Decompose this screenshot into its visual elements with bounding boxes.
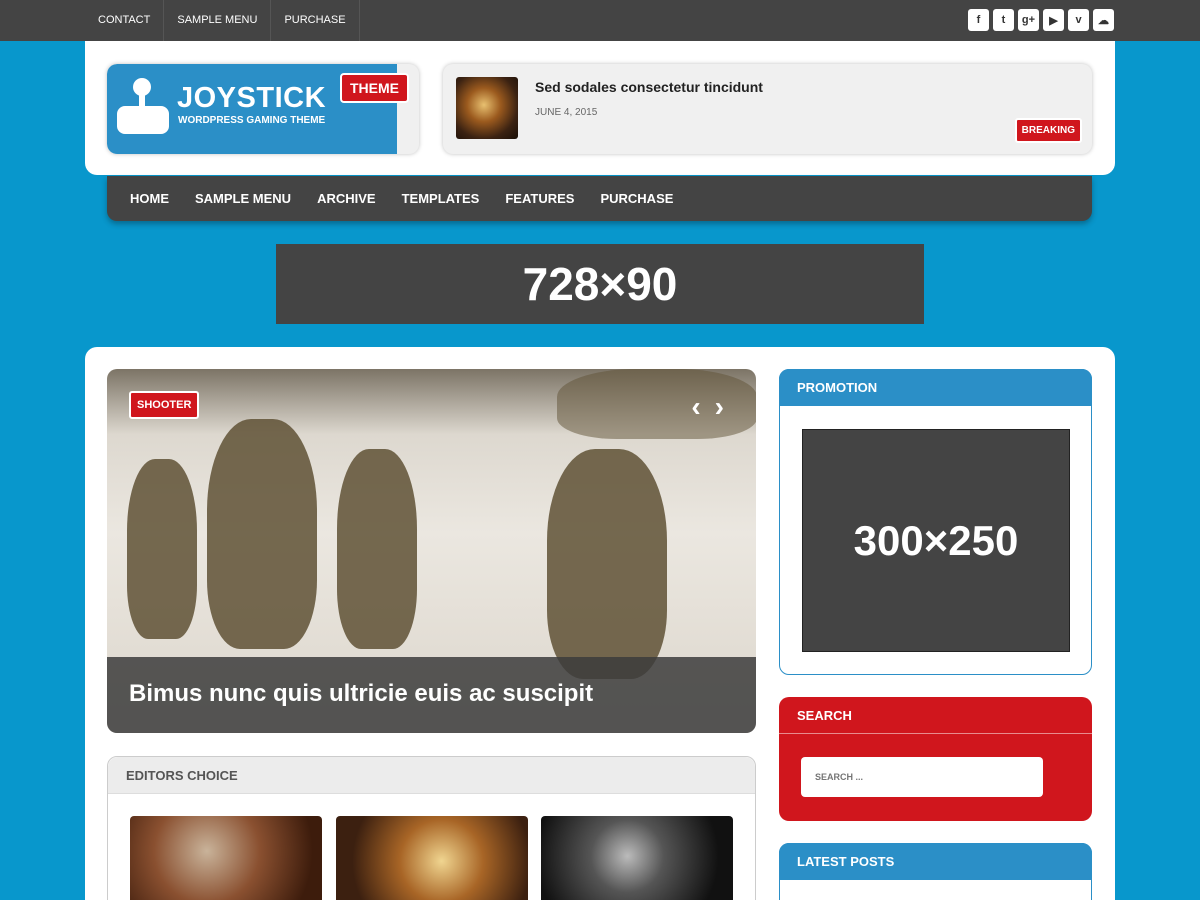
- site-logo[interactable]: JOYSTICK WORDPRESS GAMING THEME THEME: [107, 64, 419, 154]
- main-menu-features[interactable]: FEATURES: [505, 176, 574, 221]
- slider-image-figure: [547, 449, 667, 679]
- promotion-widget: PROMOTION 300×250: [779, 369, 1092, 675]
- latest-posts-widget: LATEST POSTS: [779, 843, 1092, 900]
- latest-posts-title: LATEST POSTS: [779, 843, 1092, 880]
- slider-image-figure: [557, 369, 756, 439]
- breaking-news: Sed sodales consectetur tincidunt JUNE 4…: [443, 64, 1092, 154]
- category-badge[interactable]: SHOOTER: [129, 391, 200, 419]
- site-header: JOYSTICK WORDPRESS GAMING THEME THEME Se…: [85, 41, 1115, 175]
- slider-caption: Bimus nunc quis ultricie euis ac suscipi…: [107, 657, 756, 733]
- slider-title[interactable]: Bimus nunc quis ultricie euis ac suscipi…: [129, 680, 593, 708]
- google-plus-icon[interactable]: g+: [1018, 9, 1039, 31]
- ad-banner-300[interactable]: 300×250: [802, 429, 1070, 652]
- breaking-thumbnail[interactable]: [456, 77, 518, 139]
- top-menu-sample-menu[interactable]: SAMPLE MENU: [164, 0, 272, 41]
- slider-image-figure: [207, 419, 317, 649]
- main-menu: HOME SAMPLE MENU ARCHIVE TEMPLATES FEATU…: [107, 176, 1092, 221]
- editors-choice: EDITORS CHOICE: [107, 756, 756, 900]
- soundcloud-icon[interactable]: ☁: [1093, 9, 1114, 31]
- logo-title: JOYSTICK: [177, 82, 327, 114]
- breaking-title[interactable]: Sed sodales consectetur tincidunt: [535, 79, 763, 95]
- content-panel: SHOOTER ‹ › Bimus nunc quis ultricie eui…: [85, 347, 1115, 900]
- breaking-badge: BREAKING: [1014, 118, 1082, 143]
- facebook-icon[interactable]: f: [968, 9, 989, 31]
- slider-next-icon[interactable]: ›: [715, 391, 724, 423]
- joystick-icon: [133, 78, 151, 96]
- main-menu-home[interactable]: HOME: [130, 176, 169, 221]
- twitter-icon[interactable]: t: [993, 9, 1014, 31]
- search-widget: SEARCH: [779, 697, 1092, 821]
- promotion-title: PROMOTION: [779, 369, 1092, 406]
- search-input[interactable]: [801, 757, 1043, 797]
- joystick-icon-base: [117, 106, 169, 134]
- editors-choice-title: EDITORS CHOICE: [108, 757, 755, 794]
- ad-banner-728[interactable]: 728×90: [276, 244, 924, 324]
- main-menu-purchase[interactable]: PURCHASE: [600, 176, 673, 221]
- slider-prev-icon[interactable]: ‹: [691, 391, 700, 423]
- editors-thumbnail[interactable]: [130, 816, 322, 900]
- slider-image-figure: [127, 459, 197, 639]
- featured-slider[interactable]: SHOOTER ‹ › Bimus nunc quis ultricie eui…: [107, 369, 756, 733]
- youtube-icon[interactable]: ▶: [1043, 9, 1064, 31]
- logo-badge: THEME: [340, 73, 409, 103]
- breaking-date: JUNE 4, 2015: [535, 107, 598, 118]
- top-menu-contact[interactable]: CONTACT: [85, 0, 165, 41]
- top-bar: CONTACT SAMPLE MENU PURCHASE f t g+ ▶ v …: [0, 0, 1200, 41]
- top-menu-purchase[interactable]: PURCHASE: [271, 0, 360, 41]
- main-menu-sample-menu[interactable]: SAMPLE MENU: [195, 176, 291, 221]
- logo-subtitle: WORDPRESS GAMING THEME: [178, 115, 326, 126]
- vimeo-icon[interactable]: v: [1068, 9, 1089, 31]
- search-title: SEARCH: [779, 697, 1092, 734]
- editors-thumbnail[interactable]: [336, 816, 528, 900]
- main-menu-archive[interactable]: ARCHIVE: [317, 176, 376, 221]
- slider-arrows: ‹ ›: [691, 391, 724, 423]
- top-menu: CONTACT SAMPLE MENU PURCHASE: [85, 0, 360, 41]
- main-menu-templates[interactable]: TEMPLATES: [402, 176, 480, 221]
- social-links: f t g+ ▶ v ☁: [968, 9, 1114, 31]
- editors-thumbnail[interactable]: [541, 816, 733, 900]
- slider-image-figure: [337, 449, 417, 649]
